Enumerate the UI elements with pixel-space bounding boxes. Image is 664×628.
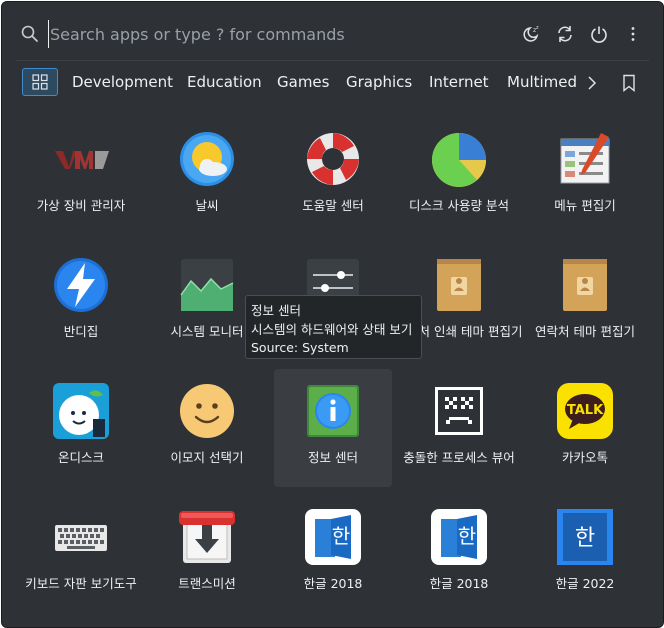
app-label: 키보드 자판 보기도구 [25,576,137,591]
app-transmission[interactable]: 트랜스미션 [148,495,266,613]
app-hangul-2018[interactable]: 한 한글 2018 [274,495,392,613]
app-label: 온디스크 [57,450,104,465]
app-hangul-2022[interactable]: 한 한글 2022 [526,495,644,613]
app-menu-editor[interactable]: 메뉴 편집기 [526,117,644,235]
launcher-window: z z [1,1,664,628]
favorites-button[interactable] [619,72,639,94]
bookmark-icon [623,74,635,92]
category-bar: Development Education Games Graphics Int… [2,64,663,104]
svg-text:한: 한 [332,524,350,548]
search-divider [16,60,649,61]
help-lifebuoy-icon [307,133,359,185]
svg-text:한: 한 [575,526,595,551]
pie-chart-icon [432,133,486,187]
app-disk-usage-analyzer[interactable]: 디스크 사용량 분석 [400,117,518,235]
app-contact-theme-editor[interactable]: 연락처 테마 편집기 [526,243,644,361]
tab-development[interactable]: Development [72,73,173,91]
system-monitor-icon [180,259,234,311]
app-label: 반디집 [63,324,99,339]
kakaotalk-icon: TALK [557,383,613,439]
shutdown-button[interactable] [588,23,610,45]
sleep-button[interactable]: z z [520,23,542,45]
weather-icon [180,132,234,186]
contact-book-icon [437,259,481,311]
restart-button[interactable] [554,23,576,45]
virtual-machine-manager-icon [55,151,109,169]
app-grid: 가상 장비 관리자 날씨 도움말 센터 디스크 사용량 분석 메뉴 편집기 반디… [2,112,663,627]
app-hangul-2018-alt[interactable]: 한 한글 2018 [400,495,518,613]
more-menu-button[interactable] [622,23,644,45]
app-tooltip: 정보 센터 시스템의 하드웨어와 상태 보기 Source: System [245,295,422,359]
smiley-face-icon [180,384,234,438]
app-bandizip[interactable]: 반디집 [22,243,140,361]
app-label: 한글 2018 [303,576,363,591]
tab-multimedia[interactable]: Multimedia [507,73,578,91]
tab-graphics[interactable]: Graphics [346,73,412,91]
tab-education[interactable]: Education [187,73,262,91]
app-virt-manager[interactable]: 가상 장비 관리자 [22,117,140,235]
tooltip-title: 정보 센터 [251,303,301,318]
app-label: 정보 센터 [308,450,358,465]
app-label: 트랜스미션 [178,576,236,591]
search-bar: z z [2,2,663,62]
app-keyboard-viewer[interactable]: 키보드 자판 보기도구 [22,495,140,613]
app-crashed-process-viewer[interactable]: 충돌한 프로세스 뷰어 [400,369,518,487]
app-label: 연락처 테마 편집기 [535,324,635,339]
svg-text:한: 한 [458,524,476,548]
category-scroll-right-button[interactable] [582,72,602,94]
bandizip-icon [54,258,108,312]
app-label: 카카오톡 [561,450,608,465]
category-tabs: Development Education Games Graphics Int… [64,64,578,104]
app-label: 디스크 사용량 분석 [409,198,509,213]
hangul-2022-icon: 한 [557,509,613,565]
app-label: 충돌한 프로세스 뷰어 [403,450,515,465]
keyboard-icon [55,525,107,551]
all-apps-grid-button[interactable] [22,68,58,96]
tab-games[interactable]: Games [277,73,329,91]
sleep-icon: z z [523,25,539,42]
tab-internet[interactable]: Internet [429,73,489,91]
menu-editor-icon [560,133,610,184]
more-vertical-icon [631,27,635,41]
tooltip-source: Source: System [251,340,349,355]
app-ondisk[interactable]: 온디스크 [22,369,140,487]
app-label: 한글 2018 [429,576,489,591]
ondisk-icon [53,383,109,439]
hangul-icon: 한 [305,509,361,565]
tooltip-description: 시스템의 하드웨어와 상태 보기 [251,321,413,337]
app-weather[interactable]: 날씨 [148,117,266,235]
grid-view-icon [32,74,48,90]
app-label: 날씨 [195,198,219,213]
app-kakaotalk[interactable]: TALK 카카오톡 [526,369,644,487]
search-input[interactable] [48,20,490,48]
restart-icon [558,26,572,42]
hangul-icon: 한 [431,509,487,565]
chevron-right-icon [588,76,597,90]
app-help-center[interactable]: 도움말 센터 [274,117,392,235]
info-center-icon [307,385,359,437]
app-label: 한글 2022 [555,576,615,591]
app-label: 도움말 센터 [302,198,364,213]
app-emoji-picker[interactable]: 이모지 선택기 [148,369,266,487]
app-label: 이모지 선택기 [170,450,244,465]
svg-text:z: z [536,25,539,31]
app-label: 메뉴 편집기 [554,198,616,213]
app-label: 가상 장비 관리자 [36,198,126,213]
power-icon [591,26,607,43]
svg-text:TALK: TALK [567,403,604,418]
crash-face-icon [435,387,483,435]
contact-book-icon [563,259,607,311]
search-icon [21,25,38,42]
app-info-center[interactable]: 정보 센터 [274,369,392,487]
transmission-icon [179,511,235,563]
